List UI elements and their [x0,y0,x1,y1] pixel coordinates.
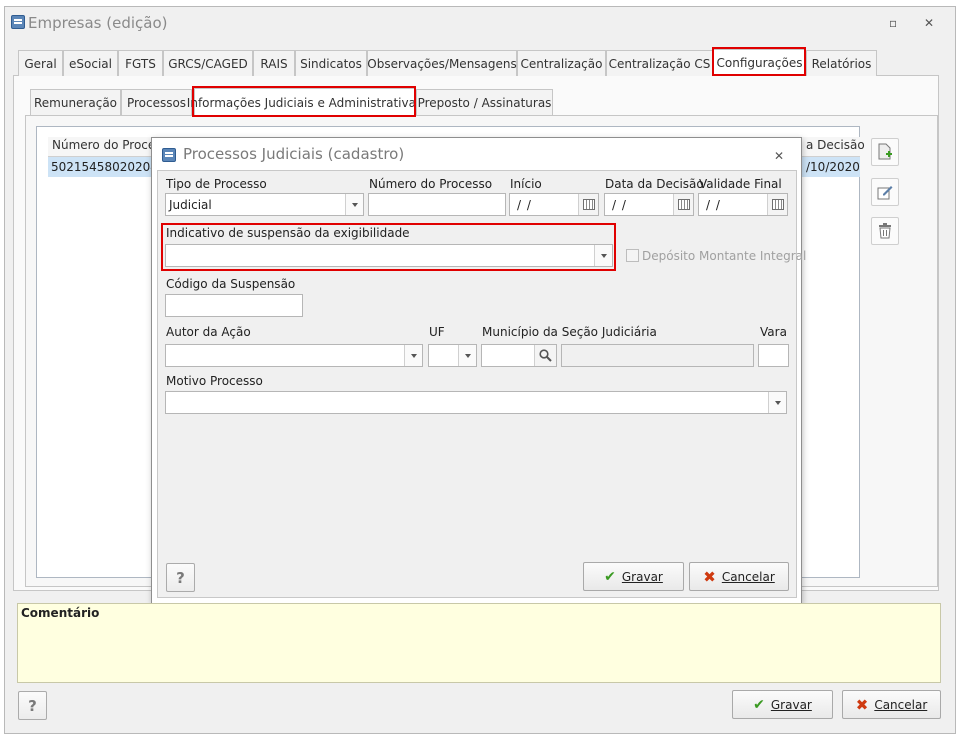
add-record-button[interactable] [871,138,899,166]
tipo-processo-label: Tipo de Processo [166,177,267,191]
validade-final-value: / / [706,198,721,212]
search-button[interactable] [534,345,556,366]
autor-acao-label: Autor da Ação [166,325,251,339]
subtab-informacoes-judiciais[interactable]: Informações Judiciais e Administrativas [187,88,422,116]
inicio-label: Início [510,177,542,191]
comment-label: Comentário [21,606,100,620]
tipo-processo-select[interactable]: Judicial [165,193,364,216]
chevron-down-icon[interactable] [594,245,612,266]
municipio-label: Município da Seção Judiciária [482,325,657,339]
check-icon: ✔ [604,568,616,585]
indicativo-suspensao-select[interactable] [165,244,613,267]
tab-centralizacao[interactable]: Centralização [517,50,606,76]
help-button[interactable]: ? [18,691,47,720]
tab-rais[interactable]: RAIS [253,50,295,76]
subtab-preposto-assinaturas[interactable]: Preposto / Assinaturas [416,89,553,115]
calendar-icon[interactable] [767,194,787,215]
check-icon: ✔ [753,696,765,713]
chevron-down-icon[interactable] [345,194,363,215]
add-document-icon [878,143,892,160]
tipo-processo-value: Judicial [169,198,212,212]
gravar-label: Gravar [770,697,812,712]
dialog-close-icon[interactable]: ✕ [774,149,784,163]
tab-esocial[interactable]: eSocial [63,50,118,76]
calendar-icon[interactable] [578,194,598,215]
tab-configuracoes[interactable]: Configurações [713,49,806,76]
dialog-cancelar-label: Cancelar [721,569,775,584]
gravar-button[interactable]: ✔ Gravar [732,690,833,719]
tab-sindicatos[interactable]: Sindicatos [295,50,367,76]
municipio-name-field [561,344,754,367]
grid-col-decisao[interactable]: a Decisão [806,138,865,156]
numero-processo-label: Número do Processo [369,177,493,191]
subtab-processos[interactable]: Processos [121,89,192,115]
dialog-title: Processos Judiciais (cadastro) [183,145,405,163]
window-close-icon[interactable]: ✕ [924,16,934,30]
search-icon [539,349,552,362]
building-icon [11,15,25,29]
validade-final-label: Validade Final [699,177,782,191]
data-decisao-date-input[interactable]: / / [604,193,694,216]
tab-fgts[interactable]: FGTS [118,50,163,76]
inicio-date-input[interactable]: / / [509,193,599,216]
cancel-x-icon: ✖ [703,567,716,586]
chevron-down-icon[interactable] [458,345,476,366]
edit-icon [877,186,893,200]
chevron-down-icon[interactable] [404,345,422,366]
tab-relatorios[interactable]: Relatórios [806,50,877,76]
vara-label: Vara [760,325,787,339]
inicio-date-value: / / [517,198,532,212]
dialog-gravar-label: Gravar [621,569,663,584]
vara-input[interactable] [758,344,789,367]
comment-area[interactable] [17,603,941,683]
chevron-down-icon[interactable] [768,392,786,413]
validade-final-date-input[interactable]: / / [698,193,788,216]
codigo-suspensao-input[interactable] [165,294,303,317]
grid-col-numero[interactable]: Número do Proces [52,138,162,156]
tab-geral[interactable]: Geral [18,50,63,76]
dialog-gravar-button[interactable]: ✔ Gravar [583,562,684,591]
cancelar-label: Cancelar [874,697,928,712]
municipio-code-input[interactable] [481,344,557,367]
dialog-help-button[interactable]: ? [166,563,195,592]
cancelar-button[interactable]: ✖ Cancelar [842,690,941,719]
numero-processo-input[interactable] [368,193,506,216]
grid-cell-decisao: /10/2020 [806,160,860,174]
data-decisao-value: / / [612,198,627,212]
tab-observacoes-mensagens[interactable]: Observações/Mensagens [367,50,517,76]
tab-centralizacao-cs[interactable]: Centralização CS [606,50,713,76]
deposito-montante-label: Depósito Montante Integral [642,249,807,263]
delete-icon [879,223,891,239]
subtab-remuneracao[interactable]: Remuneração [30,89,121,115]
delete-record-button[interactable] [871,217,899,245]
indicativo-suspensao-label: Indicativo de suspensão da exigibilidade [166,226,410,240]
data-decisao-label: Data da Decisão [605,177,704,191]
deposito-montante-checkbox[interactable] [626,249,639,262]
autor-acao-select[interactable] [165,344,423,367]
dialog-icon [162,148,176,162]
dialog-cancelar-button[interactable]: ✖ Cancelar [689,562,789,591]
motivo-processo-select[interactable] [165,391,787,414]
tab-grcs-caged[interactable]: GRCS/CAGED [163,50,253,76]
calendar-icon[interactable] [673,194,693,215]
minimize-icon[interactable]: ▫ [889,16,897,30]
motivo-processo-label: Motivo Processo [166,374,263,388]
uf-label: UF [429,325,445,339]
edit-record-button[interactable] [871,178,899,206]
cancel-x-icon: ✖ [855,695,869,714]
window-title: Empresas (edição) [28,14,168,32]
uf-select[interactable] [428,344,477,367]
codigo-suspensao-label: Código da Suspensão [166,277,296,291]
